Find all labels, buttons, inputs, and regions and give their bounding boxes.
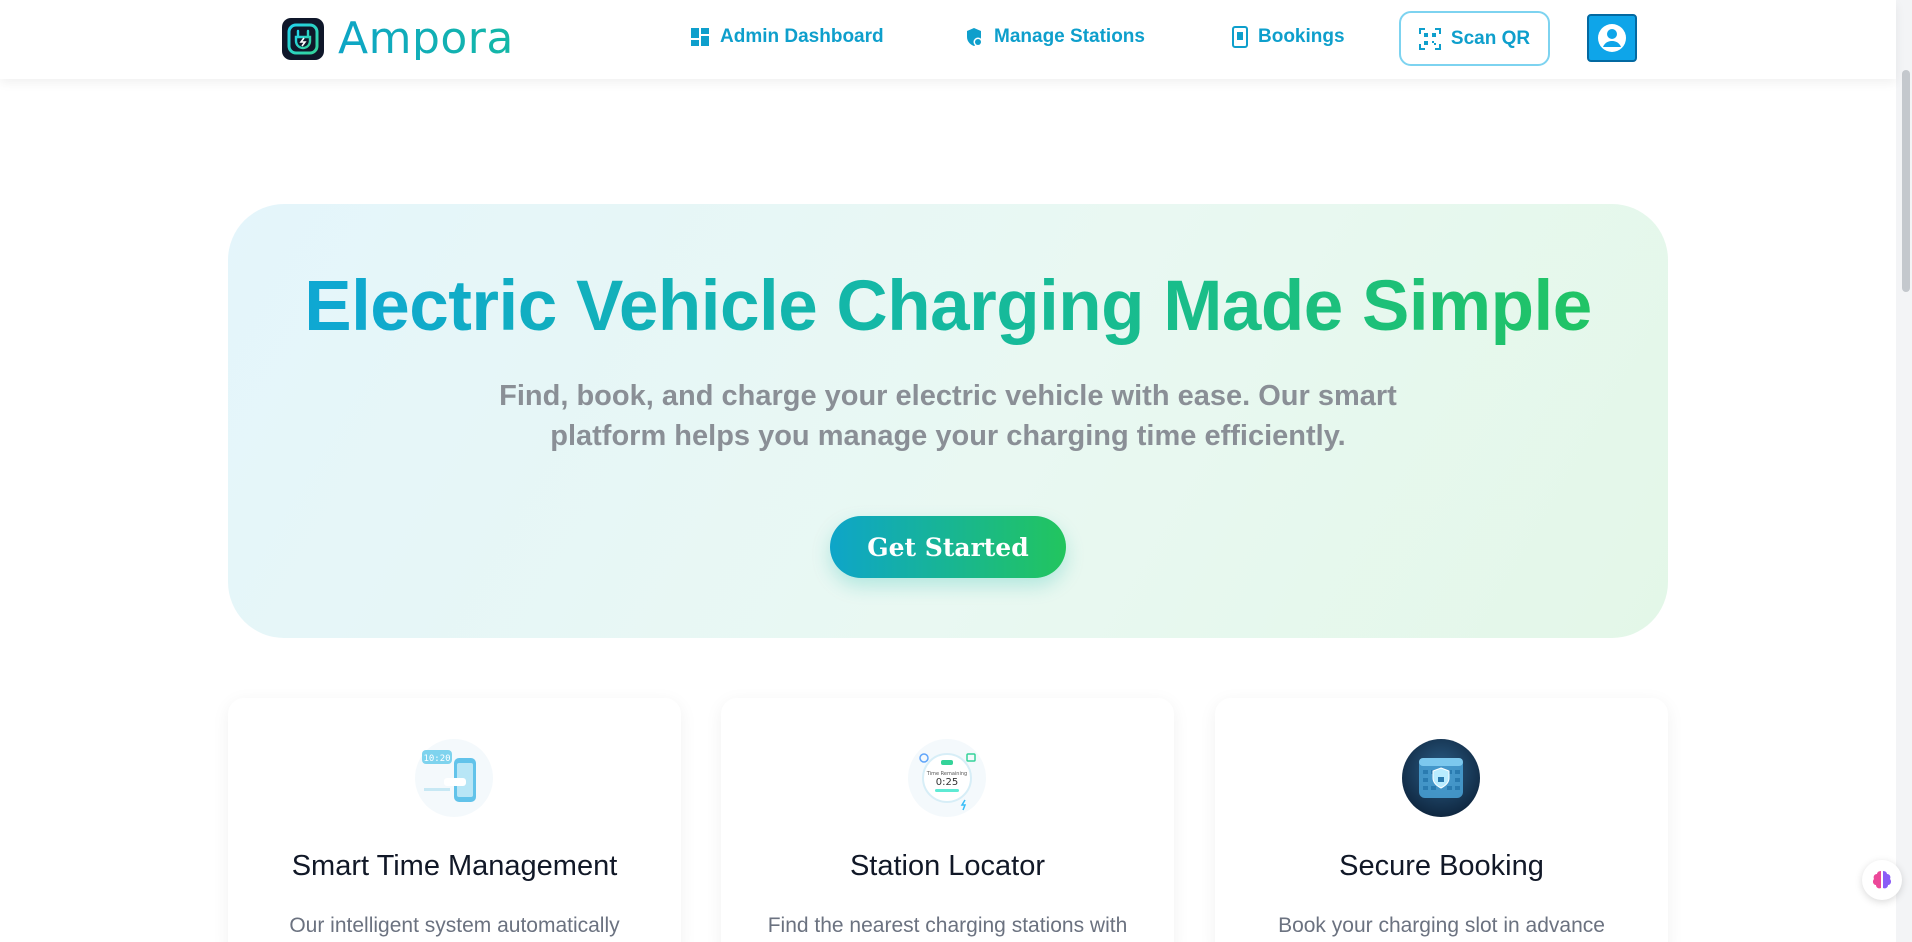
get-started-button[interactable]: Get Started bbox=[830, 516, 1066, 578]
shield-calendar-icon bbox=[1401, 738, 1481, 818]
hero-section: Electric Vehicle Charging Made Simple Fi… bbox=[228, 204, 1668, 638]
timer-dashboard-icon: Time Remaining 0:25 bbox=[907, 738, 987, 818]
feature-card-smart-time: 10:20 Smart Time Management Our intellig… bbox=[228, 698, 681, 942]
feature-title: Station Locator bbox=[849, 850, 1046, 882]
hero-subtitle: Find, book, and charge your electric veh… bbox=[499, 380, 1397, 452]
scan-qr-label: Scan QR bbox=[1450, 27, 1531, 49]
qr-scan-icon bbox=[1418, 27, 1441, 50]
dashboard-icon bbox=[691, 28, 709, 46]
brand-name: Ampora bbox=[338, 13, 514, 64]
hero-title: Electric Vehicle Charging Made Simple bbox=[228, 266, 1668, 347]
feature-description: Find the nearest charging stations with bbox=[767, 914, 1128, 937]
user-avatar-icon bbox=[1598, 24, 1626, 52]
station-settings-icon bbox=[967, 28, 983, 47]
scrollbar-thumb[interactable] bbox=[1902, 70, 1910, 292]
feature-description: Our intelligent system automatically bbox=[289, 914, 620, 937]
svg-text:0:25: 0:25 bbox=[936, 777, 958, 788]
feature-card-station-locator: Time Remaining 0:25 Station Locator Find… bbox=[721, 698, 1174, 942]
nav-manage-stations[interactable]: Manage Stations bbox=[964, 26, 1145, 48]
brand-logo[interactable]: Ampora bbox=[282, 13, 514, 64]
feature-description: Book your charging slot in advance bbox=[1278, 914, 1605, 937]
top-navbar: Ampora Admin Dashboard Manage Stations B… bbox=[0, 0, 1896, 79]
profile-button[interactable] bbox=[1587, 14, 1637, 62]
nav-bookings[interactable]: Bookings bbox=[1232, 26, 1345, 48]
nav-label: Manage Stations bbox=[994, 26, 1145, 47]
nav-label: Admin Dashboard bbox=[720, 26, 884, 47]
bookings-icon bbox=[1232, 26, 1248, 48]
phone-clock-icon: 10:20 bbox=[414, 738, 494, 818]
feature-title: Secure Booking bbox=[1339, 850, 1544, 882]
nav-admin-dashboard[interactable]: Admin Dashboard bbox=[690, 26, 884, 48]
nav-label: Bookings bbox=[1258, 26, 1345, 47]
feature-card-secure-booking: Secure Booking Book your charging slot i… bbox=[1215, 698, 1668, 942]
brain-icon bbox=[1872, 871, 1892, 889]
assistant-brain-button[interactable] bbox=[1862, 860, 1902, 900]
svg-text:10:20: 10:20 bbox=[423, 754, 450, 764]
plug-logo-icon bbox=[282, 18, 324, 60]
scan-qr-button[interactable]: Scan QR bbox=[1399, 11, 1550, 66]
feature-title: Smart Time Management bbox=[291, 850, 618, 882]
page-scrollbar[interactable] bbox=[1896, 0, 1912, 942]
